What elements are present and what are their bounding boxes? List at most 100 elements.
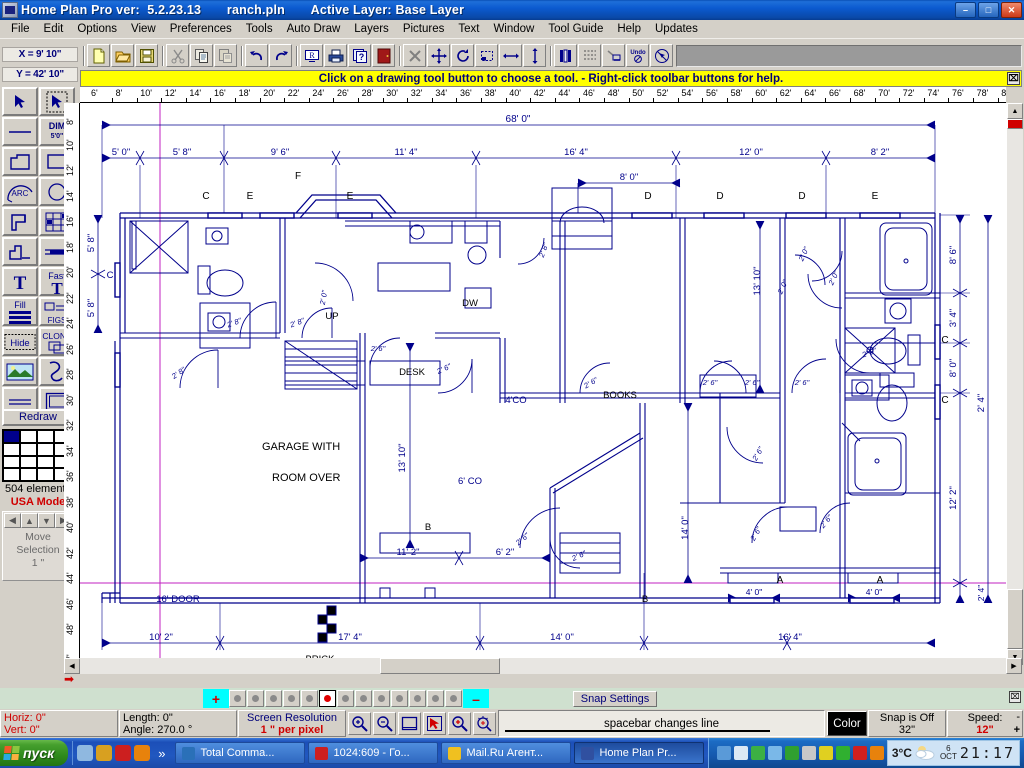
menu-item-window[interactable]: Window [486, 21, 541, 37]
zoom-in-icon[interactable] [348, 712, 371, 735]
horizontal-ruler[interactable]: 6'8'10'12'14'16'18'20'22'24'26'28'30'32'… [80, 87, 1006, 103]
maximize-button[interactable]: □ [978, 2, 999, 18]
palette-cell[interactable] [3, 456, 20, 469]
save-disk-icon[interactable] [135, 44, 158, 67]
open-folder-icon[interactable] [111, 44, 134, 67]
show-desktop-icon[interactable] [77, 745, 93, 761]
color-remove-button[interactable]: – [463, 689, 489, 708]
picture-tool[interactable] [2, 357, 38, 386]
color-button[interactable]: Color [827, 711, 867, 736]
opera-red-icon[interactable] [115, 745, 131, 761]
taskbar-task-button[interactable]: Total Comma... [175, 742, 305, 764]
redo-arrow-icon[interactable] [269, 44, 292, 67]
zoom-selection-icon[interactable] [423, 712, 446, 735]
snap-settings-button[interactable]: Snap Settings [573, 691, 657, 707]
palette-cell[interactable] [3, 443, 20, 456]
stairs-tool[interactable] [2, 237, 38, 266]
zoom-out-icon[interactable] [373, 712, 396, 735]
columns-icon[interactable] [554, 44, 577, 67]
menu-item-text[interactable]: Text [451, 21, 486, 37]
line-width-button[interactable] [301, 690, 318, 707]
register-icon[interactable]: R [300, 44, 323, 67]
tray-flag-icon[interactable] [853, 746, 867, 760]
scroll-right-button[interactable]: ▶ [1006, 658, 1022, 674]
hint-close-icon[interactable]: ⌧ [1007, 72, 1020, 85]
new-file-icon[interactable] [87, 44, 110, 67]
arc-tool[interactable]: ARC [2, 177, 38, 206]
strip-close-icon[interactable]: ⌧ [1009, 691, 1021, 703]
no-select-icon[interactable] [650, 44, 673, 67]
vertical-resize-icon[interactable] [523, 44, 546, 67]
undo-zero-icon[interactable]: Undo [626, 44, 649, 67]
firefox-icon[interactable] [134, 745, 150, 761]
menu-item-edit[interactable]: Edit [37, 21, 71, 37]
scroll-up-button[interactable]: ▲ [1007, 103, 1023, 119]
taskbar-task-button[interactable]: Home Plan Pr... [574, 742, 704, 764]
tray-monitor-icon[interactable] [802, 746, 816, 760]
menu-item-tools[interactable]: Tools [239, 21, 280, 37]
horizontal-scrollbar[interactable]: ◀ ▶ [64, 658, 1022, 674]
zoom-area-icon[interactable] [448, 712, 471, 735]
cut-scissors-icon[interactable] [166, 44, 189, 67]
select-area-icon[interactable] [475, 44, 498, 67]
menu-item-view[interactable]: View [124, 21, 163, 37]
menu-item-help[interactable]: Help [610, 21, 648, 37]
color-add-button[interactable]: + [203, 689, 229, 708]
palette-cell[interactable] [37, 456, 54, 469]
move-cross-icon[interactable] [427, 44, 450, 67]
line-width-button[interactable] [229, 690, 246, 707]
speed-decrease-button[interactable]: - [1016, 711, 1020, 723]
line-width-button[interactable] [445, 690, 462, 707]
color-palette-grid[interactable] [2, 429, 72, 482]
line-style-preview[interactable]: spacebar changes line [498, 710, 825, 737]
print-icon[interactable] [324, 44, 347, 67]
hscroll-trough-left[interactable] [80, 658, 380, 674]
horizontal-resize-icon[interactable] [499, 44, 522, 67]
line-width-button[interactable] [319, 690, 336, 707]
close-button[interactable]: ✕ [1001, 2, 1022, 18]
copy-icon[interactable] [190, 44, 213, 67]
move-down-button[interactable]: ▼ [38, 513, 55, 528]
taskbar-task-button[interactable]: Mail.Ru Агент... [441, 742, 571, 764]
polygon-tool[interactable] [2, 147, 38, 176]
menu-item-file[interactable]: File [4, 21, 37, 37]
quick-launch-overflow-icon[interactable]: » [154, 746, 169, 761]
move-left-button[interactable]: ◀ [4, 513, 21, 528]
palette-cell[interactable] [20, 443, 37, 456]
menu-item-pictures[interactable]: Pictures [396, 21, 452, 37]
rotate-icon[interactable] [451, 44, 474, 67]
vscroll-thumb[interactable] [1007, 589, 1023, 649]
opera-icon[interactable] [96, 745, 112, 761]
palette-cell[interactable] [37, 468, 54, 481]
snap-status-box[interactable]: Snap is Off 32" [868, 710, 946, 737]
line-width-button[interactable] [283, 690, 300, 707]
tray-globe-icon[interactable] [836, 746, 850, 760]
line-width-button[interactable] [337, 690, 354, 707]
menu-item-preferences[interactable]: Preferences [163, 21, 239, 37]
line-width-button[interactable] [391, 690, 408, 707]
menu-item-tool-guide[interactable]: Tool Guide [541, 21, 610, 37]
fill-pattern-tool[interactable]: Fill [2, 297, 38, 326]
palette-cell[interactable] [20, 456, 37, 469]
tray-shield-icon[interactable] [785, 746, 799, 760]
taskbar-task-button[interactable]: 1024:609 - Го... [308, 742, 438, 764]
floor-plan-canvas[interactable]: 68' 0"5' 0"5' 8"9' 6"11' 4"16' 4"12' 0"8… [80, 103, 1006, 658]
line-width-button[interactable] [355, 690, 372, 707]
start-button[interactable]: пуск [0, 740, 68, 766]
screen-resolution-box[interactable]: Screen Resolution 1 " per pixel [238, 710, 346, 737]
line-width-button[interactable] [373, 690, 390, 707]
palette-cell[interactable] [3, 468, 20, 481]
line-width-button[interactable] [247, 690, 264, 707]
speed-increase-button[interactable]: + [1014, 724, 1020, 736]
text-tool[interactable]: T [2, 267, 38, 296]
menu-item-layers[interactable]: Layers [347, 21, 396, 37]
menu-item-options[interactable]: Options [70, 21, 124, 37]
line-width-button[interactable] [265, 690, 282, 707]
line-width-button[interactable] [409, 690, 426, 707]
tray-arrow-icon[interactable] [717, 746, 731, 760]
tray-network-icon[interactable] [734, 746, 748, 760]
tray-battery-icon[interactable] [819, 746, 833, 760]
wall-tool[interactable] [2, 207, 38, 236]
vscroll-trough[interactable] [1007, 129, 1023, 589]
vertical-ruler[interactable]: 8'10'12'14'16'18'20'22'24'26'28'30'32'34… [64, 103, 80, 658]
